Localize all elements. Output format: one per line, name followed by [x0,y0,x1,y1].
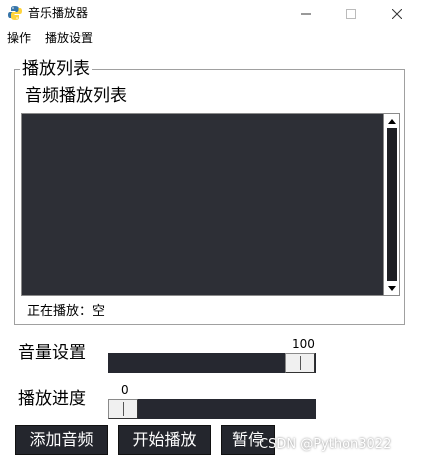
close-button[interactable] [375,0,419,28]
volume-value: 100 [292,337,315,351]
close-icon [392,9,402,19]
add-audio-button[interactable]: 添加音频 [15,425,108,455]
title-bar[interactable]: 音乐播放器 [0,0,421,28]
playlist-listbox[interactable] [21,113,400,296]
start-play-button[interactable]: 开始播放 [118,425,211,455]
minimize-button[interactable] [284,0,328,28]
playlist-scrollbar[interactable] [383,114,399,295]
progress-value: 0 [121,383,129,397]
minimize-icon [301,13,311,15]
progress-slider[interactable] [108,399,316,419]
menu-playback-settings[interactable]: 播放设置 [45,31,93,45]
now-playing-label: 正在播放：空 [27,304,106,319]
scroll-down-button[interactable] [385,282,399,294]
volume-slider-handle[interactable] [285,353,315,373]
playlist-group-label: 播放列表 [20,59,92,79]
menu-operations[interactable]: 操作 [7,31,31,45]
maximize-icon [346,9,356,19]
watermark-text: CSDN @Python3022 [259,437,392,452]
window-title: 音乐播放器 [28,6,89,20]
arrow-down-icon [388,285,396,291]
python-icon [7,5,23,21]
arrow-up-icon [388,118,396,124]
scroll-track[interactable] [387,128,397,281]
playlist-title: 音频播放列表 [25,86,127,106]
scroll-up-button[interactable] [385,115,399,127]
progress-label: 播放进度 [18,389,86,409]
volume-label: 音量设置 [18,343,86,363]
progress-slider-handle[interactable] [108,399,138,419]
menu-bar: 操作 播放设置 [0,28,421,48]
maximize-button[interactable] [329,0,373,28]
volume-slider[interactable] [108,353,316,373]
